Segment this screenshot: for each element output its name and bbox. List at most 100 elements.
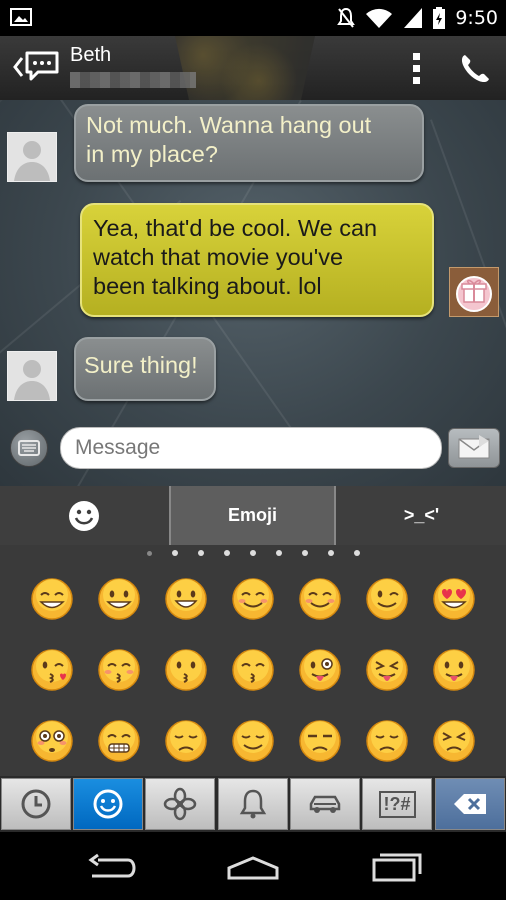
emoji-tongue-wink[interactable] xyxy=(298,648,342,692)
contact-name[interactable]: Beth xyxy=(70,44,111,67)
blush-face-icon xyxy=(232,578,274,620)
tab-emoticon-label: >_<' xyxy=(403,505,440,525)
relieved-face-icon xyxy=(232,720,274,762)
battery-icon xyxy=(433,7,446,29)
message-line: Yea, that'd be cool. We can xyxy=(93,215,378,241)
conversation-header: Beth xyxy=(0,36,506,101)
emoji-kiss[interactable] xyxy=(164,648,208,692)
heart-eyes-face-icon xyxy=(433,578,475,620)
emoji-relaxed[interactable] xyxy=(298,577,342,621)
gallery-icon xyxy=(10,8,32,26)
status-bar: 9:50 xyxy=(0,0,506,36)
emoji-flushed[interactable] xyxy=(30,719,74,763)
unamused-face-icon xyxy=(299,720,341,762)
tab-emoji[interactable]: Emoji xyxy=(169,486,336,545)
gift-icon xyxy=(456,276,492,312)
message-bubble-received[interactable]: Sure thing! xyxy=(74,337,216,401)
overflow-menu-icon[interactable] xyxy=(410,50,424,86)
recent-apps-icon[interactable] xyxy=(368,852,424,882)
contact-avatar[interactable] xyxy=(7,351,57,401)
send-envelope-icon xyxy=(458,435,490,459)
car-icon xyxy=(309,795,341,813)
tab-emoticon[interactable]: >_<' xyxy=(337,486,506,545)
kiss-face-icon xyxy=(165,649,207,691)
emoji-heart-eyes[interactable] xyxy=(432,577,476,621)
header-decoration xyxy=(175,36,315,100)
category-people[interactable] xyxy=(73,778,143,830)
page-dot xyxy=(275,550,282,556)
page-dot xyxy=(327,550,334,556)
backspace-button[interactable] xyxy=(435,778,505,830)
message-line: Sure thing! xyxy=(84,352,198,378)
message-line: in my place? xyxy=(86,141,218,167)
smile-open-face-icon xyxy=(165,578,207,620)
clock-icon xyxy=(21,789,51,819)
category-places[interactable] xyxy=(290,778,360,830)
page-indicator xyxy=(0,545,506,561)
emoji-tongue[interactable] xyxy=(432,648,476,692)
page-dot xyxy=(146,550,152,556)
phone-call-icon[interactable] xyxy=(458,52,492,84)
kiss-smile-face-icon xyxy=(232,649,274,691)
message-line: watch that movie you've xyxy=(93,244,344,270)
emoji-relieved[interactable] xyxy=(231,719,275,763)
persevere-face-icon xyxy=(433,720,475,762)
emoji-tongue-closed[interactable] xyxy=(365,648,409,692)
emoji-disappointed[interactable] xyxy=(365,719,409,763)
emoji-smile-open[interactable] xyxy=(164,577,208,621)
category-nature[interactable] xyxy=(145,778,215,830)
tab-emoji-label: Emoji xyxy=(227,505,277,525)
back-arrow-icon[interactable] xyxy=(12,56,24,78)
messaging-app-icon[interactable] xyxy=(24,50,60,82)
emoji-grimace[interactable] xyxy=(97,719,141,763)
keyboard-tabs: Emoji >_<' xyxy=(0,486,506,545)
emoji-kiss-heart[interactable] xyxy=(30,648,74,692)
keyboard-toggle-button[interactable] xyxy=(10,429,48,467)
contact-avatar[interactable] xyxy=(7,132,57,182)
smile-face-icon xyxy=(98,578,140,620)
category-symbols[interactable]: !?# xyxy=(362,778,432,830)
system-navigation-bar xyxy=(0,832,506,900)
kiss-heart-face-icon xyxy=(31,649,73,691)
category-objects[interactable] xyxy=(218,778,288,830)
bell-icon xyxy=(239,789,267,819)
emoji-blush[interactable] xyxy=(231,577,275,621)
grin-face-icon xyxy=(31,578,73,620)
category-recent[interactable] xyxy=(1,778,71,830)
clock-time: 9:50 xyxy=(455,7,498,29)
smiley-icon xyxy=(93,789,123,819)
signal-icon xyxy=(404,8,423,28)
message-line: Not much. Wanna hang out xyxy=(86,112,372,138)
disappointed-face-icon xyxy=(366,720,408,762)
message-input[interactable]: Message xyxy=(60,427,442,469)
emoji-persevere[interactable] xyxy=(432,719,476,763)
person-placeholder-icon xyxy=(8,133,56,181)
page-dot xyxy=(197,550,204,556)
emoji-wink[interactable] xyxy=(365,577,409,621)
page-dot xyxy=(249,550,256,556)
flushed-face-icon xyxy=(31,720,73,762)
backspace-icon xyxy=(454,794,486,814)
pensive-face-icon xyxy=(165,720,207,762)
send-button[interactable] xyxy=(448,428,500,468)
emoji-grin[interactable] xyxy=(30,577,74,621)
message-bubble-sent[interactable]: Yea, that'd be cool. We can watch that m… xyxy=(80,203,434,317)
page-dot xyxy=(301,550,308,556)
emoji-smile[interactable] xyxy=(97,577,141,621)
message-bubble-received[interactable]: Not much. Wanna hang out in my place? xyxy=(74,104,424,182)
emoji-unamused[interactable] xyxy=(298,719,342,763)
keyboard-icon xyxy=(18,440,40,456)
page-dot xyxy=(223,550,230,556)
wifi-icon xyxy=(366,8,393,28)
message-input-placeholder: Message xyxy=(75,436,161,459)
tab-smiley[interactable] xyxy=(0,486,168,545)
emoji-kiss-smile[interactable] xyxy=(231,648,275,692)
home-icon[interactable] xyxy=(225,852,281,882)
emoji-kiss-closed[interactable] xyxy=(97,648,141,692)
message-line: been talking about. lol xyxy=(93,273,322,299)
relaxed-face-icon xyxy=(299,578,341,620)
back-icon[interactable] xyxy=(84,852,140,882)
kiss-closed-face-icon xyxy=(98,649,140,691)
emoji-pensive[interactable] xyxy=(164,719,208,763)
my-avatar[interactable] xyxy=(449,267,499,317)
